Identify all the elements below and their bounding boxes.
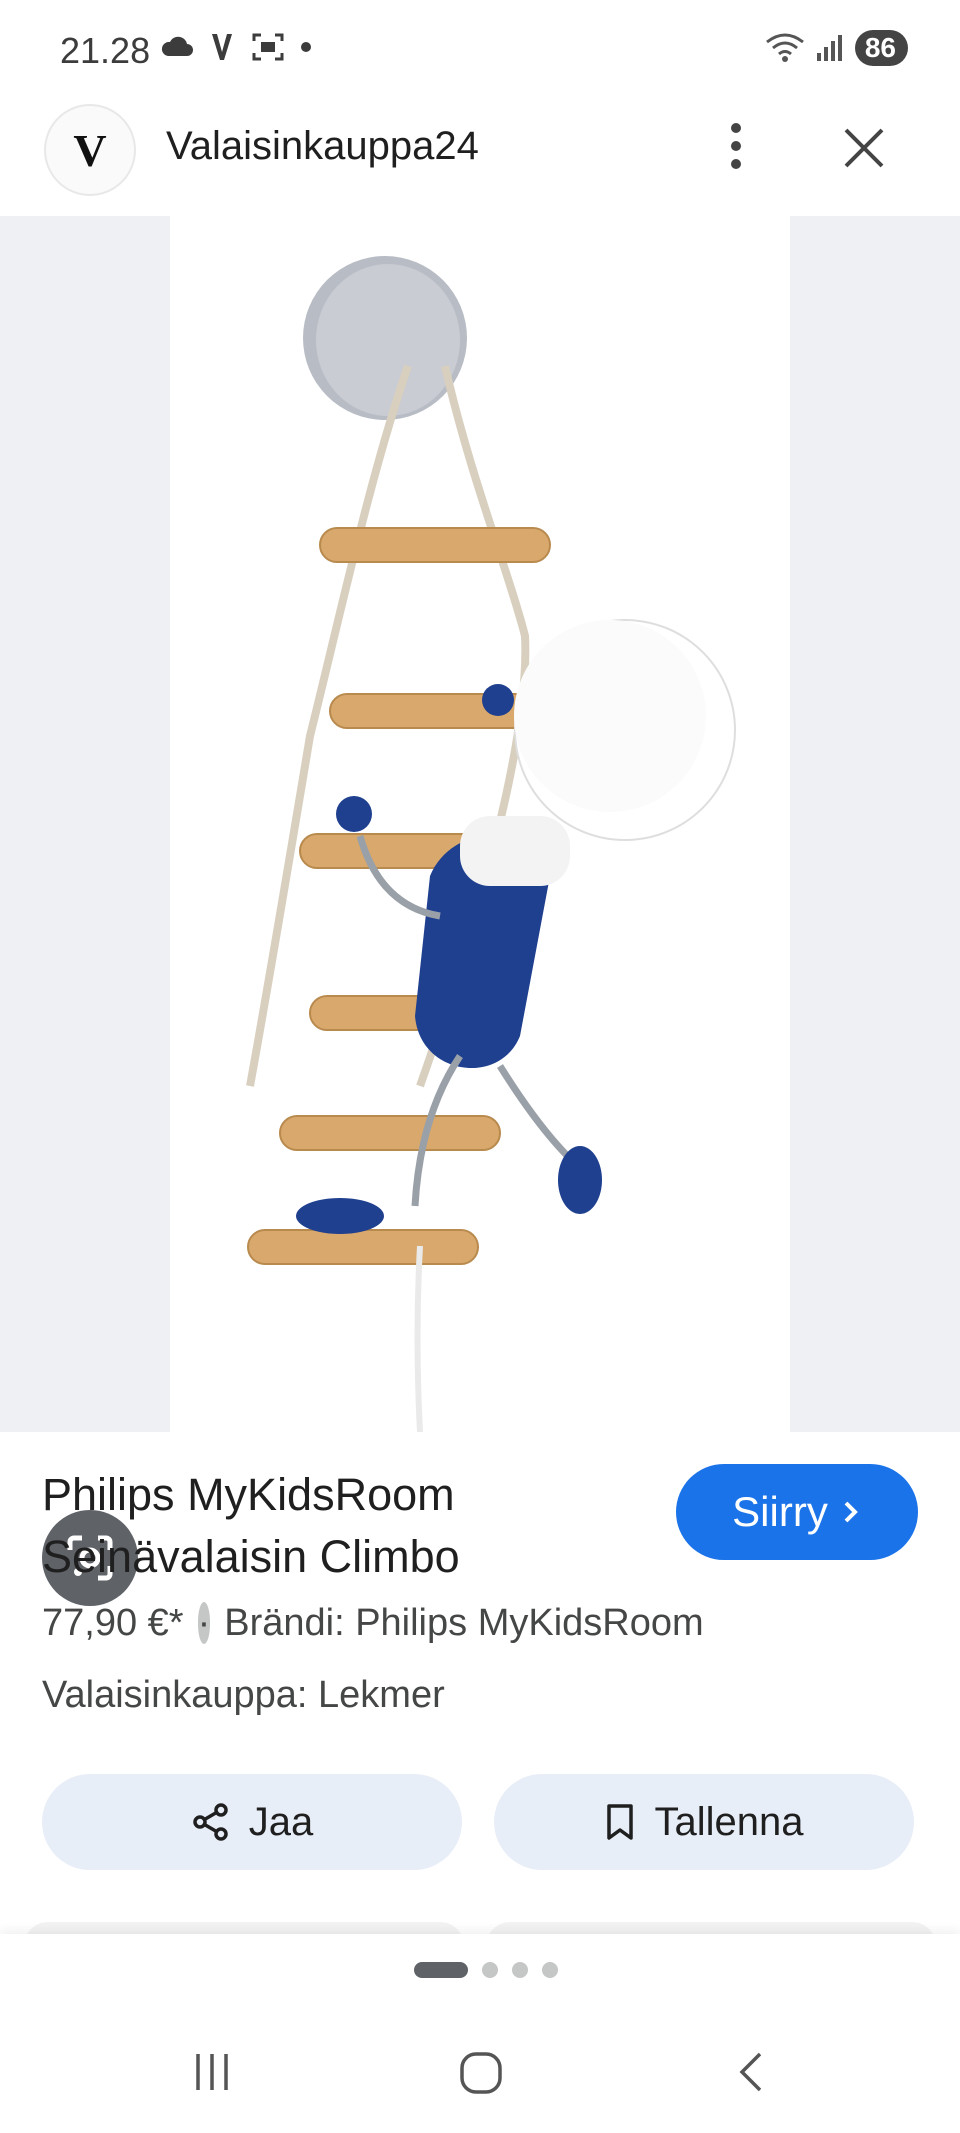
store: Valaisinkauppa: Lekmer (42, 1674, 445, 1716)
product-title-line2: Seinävalaisin Climbo (42, 1531, 460, 1582)
back-icon (739, 2052, 762, 2092)
site-favicon[interactable]: V (44, 104, 136, 196)
system-nav-bar (0, 2020, 960, 2133)
status-bar: 21.28 86 (0, 0, 960, 104)
price-brand-line: 77,90 €* · Brändi: Philips MyKidsRoom (42, 1602, 704, 1645)
bookmark-icon (607, 1804, 634, 1840)
more-vertical-icon (731, 123, 741, 169)
cloud-icon (161, 36, 193, 56)
more-options-button[interactable] (704, 114, 768, 178)
screenshot-icon (252, 33, 284, 61)
site-initial: V (73, 124, 107, 176)
signal-icon (816, 35, 842, 61)
recents-button[interactable] (190, 2050, 234, 2099)
visit-button-label: Siirry (732, 1488, 828, 1535)
visit-button[interactable]: Siirry (676, 1464, 918, 1560)
dot-icon (301, 42, 311, 52)
lamp-illustration (246, 256, 736, 1433)
share-button[interactable]: Jaa (42, 1774, 462, 1870)
share-button-label: Jaa (248, 1799, 314, 1844)
product-image[interactable] (170, 216, 790, 1433)
wifi-icon (765, 33, 804, 62)
image-viewer[interactable] (0, 216, 960, 1606)
back-button[interactable] (730, 2050, 774, 2099)
product-title-line1: Philips MyKidsRoom (42, 1469, 455, 1520)
v-app-icon (212, 34, 232, 60)
site-name[interactable]: Valaisinkauppa24 (166, 124, 479, 169)
product-title: Philips MyKidsRoom Seinävalaisin Climbo (42, 1464, 642, 1588)
battery-level: 86 (864, 32, 896, 63)
separator: · (197, 1602, 211, 1644)
status-time: 21.28 (60, 30, 151, 71)
carousel-dot (542, 1962, 558, 1978)
brand: Brändi: Philips MyKidsRoom (224, 1602, 704, 1644)
battery-icon: 86 (854, 30, 908, 66)
source-header: V Valaisinkauppa24 (0, 104, 960, 216)
carousel-indicator (414, 1962, 558, 1978)
status-right-icons: 86 (765, 30, 908, 66)
home-icon (460, 2052, 502, 2094)
save-button-label: Tallenna (654, 1799, 804, 1844)
carousel-dot (482, 1962, 498, 1978)
carousel-dot (512, 1962, 528, 1978)
chevron-right-icon (844, 1501, 858, 1523)
close-button[interactable] (832, 116, 896, 180)
price: 77,90 €* (42, 1602, 184, 1644)
share-icon (193, 1803, 228, 1841)
carousel-dot-active (414, 1962, 468, 1978)
close-icon (844, 128, 884, 168)
recents-icon (196, 2054, 228, 2090)
save-button[interactable]: Tallenna (494, 1774, 914, 1870)
home-button[interactable] (458, 2050, 504, 2101)
status-left-icons (160, 32, 312, 62)
